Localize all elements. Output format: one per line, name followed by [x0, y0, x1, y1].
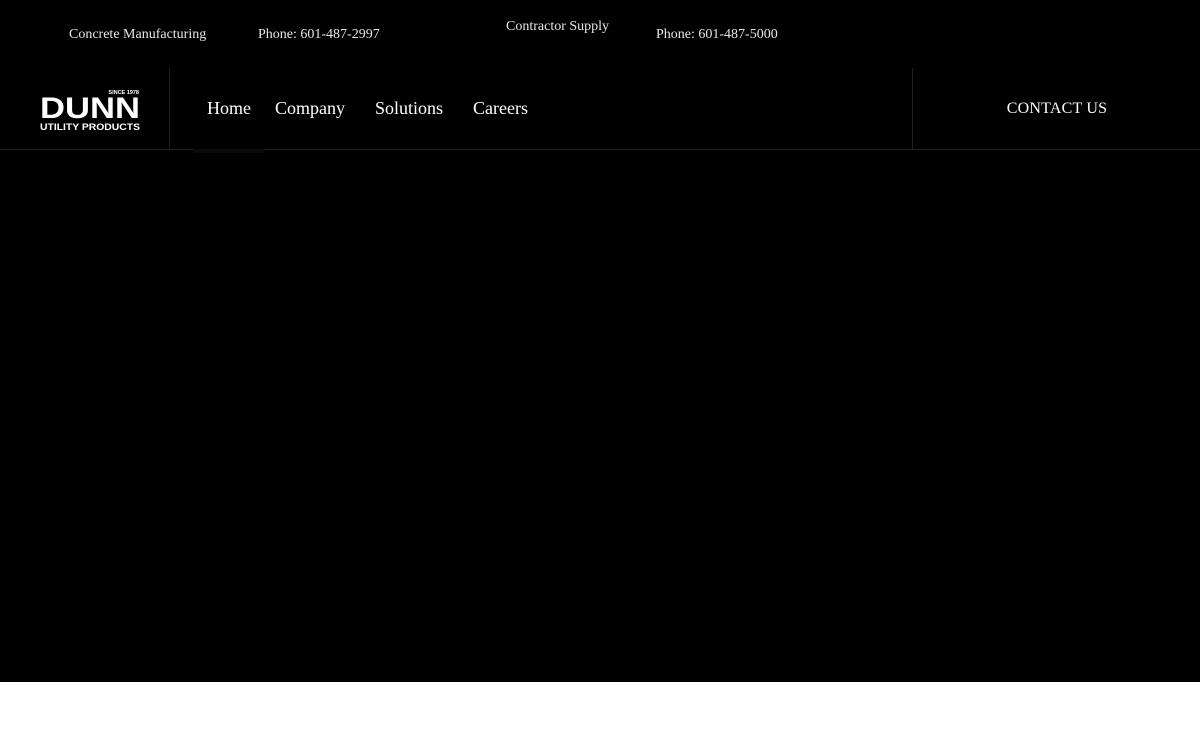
contractor-supply-label: Contractor Supply [506, 19, 610, 34]
main-navbar: SINCE 1978 DUNN UTILITY PRODUCTS Home Co… [0, 68, 1200, 153]
hero-section: Concrete Manufacturing Phone: 601-487-29… [0, 0, 1200, 682]
nav-solutions[interactable]: Solutions [375, 98, 443, 119]
contact-us-button[interactable]: CONTACT US [1007, 100, 1107, 118]
nav-active-indicator [193, 149, 264, 153]
logo-cell: SINCE 1978 DUNN UTILITY PRODUCTS [0, 68, 170, 149]
logo-tagline-text: UTILITY PRODUCTS [40, 122, 140, 132]
top-contact-bar: Concrete Manufacturing Phone: 601-487-29… [0, 0, 1200, 68]
concrete-manufacturing-label: Concrete Manufacturing [69, 27, 207, 42]
contact-cell: CONTACT US [912, 68, 1200, 149]
nav-company[interactable]: Company [275, 98, 345, 119]
concrete-phone-link[interactable]: Phone: 601-487-2997 [258, 27, 380, 43]
dunn-logo[interactable]: SINCE 1978 DUNN UTILITY PRODUCTS [40, 88, 140, 132]
primary-nav: Home Company Solutions Careers [207, 68, 552, 149]
page: Concrete Manufacturing Phone: 601-487-29… [0, 0, 1200, 750]
nav-careers[interactable]: Careers [473, 98, 528, 119]
contractor-phone-link[interactable]: Phone: 601-487-5000 [656, 27, 778, 43]
nav-home[interactable]: Home [207, 98, 251, 119]
logo-brand-text: DUNN [40, 92, 140, 125]
